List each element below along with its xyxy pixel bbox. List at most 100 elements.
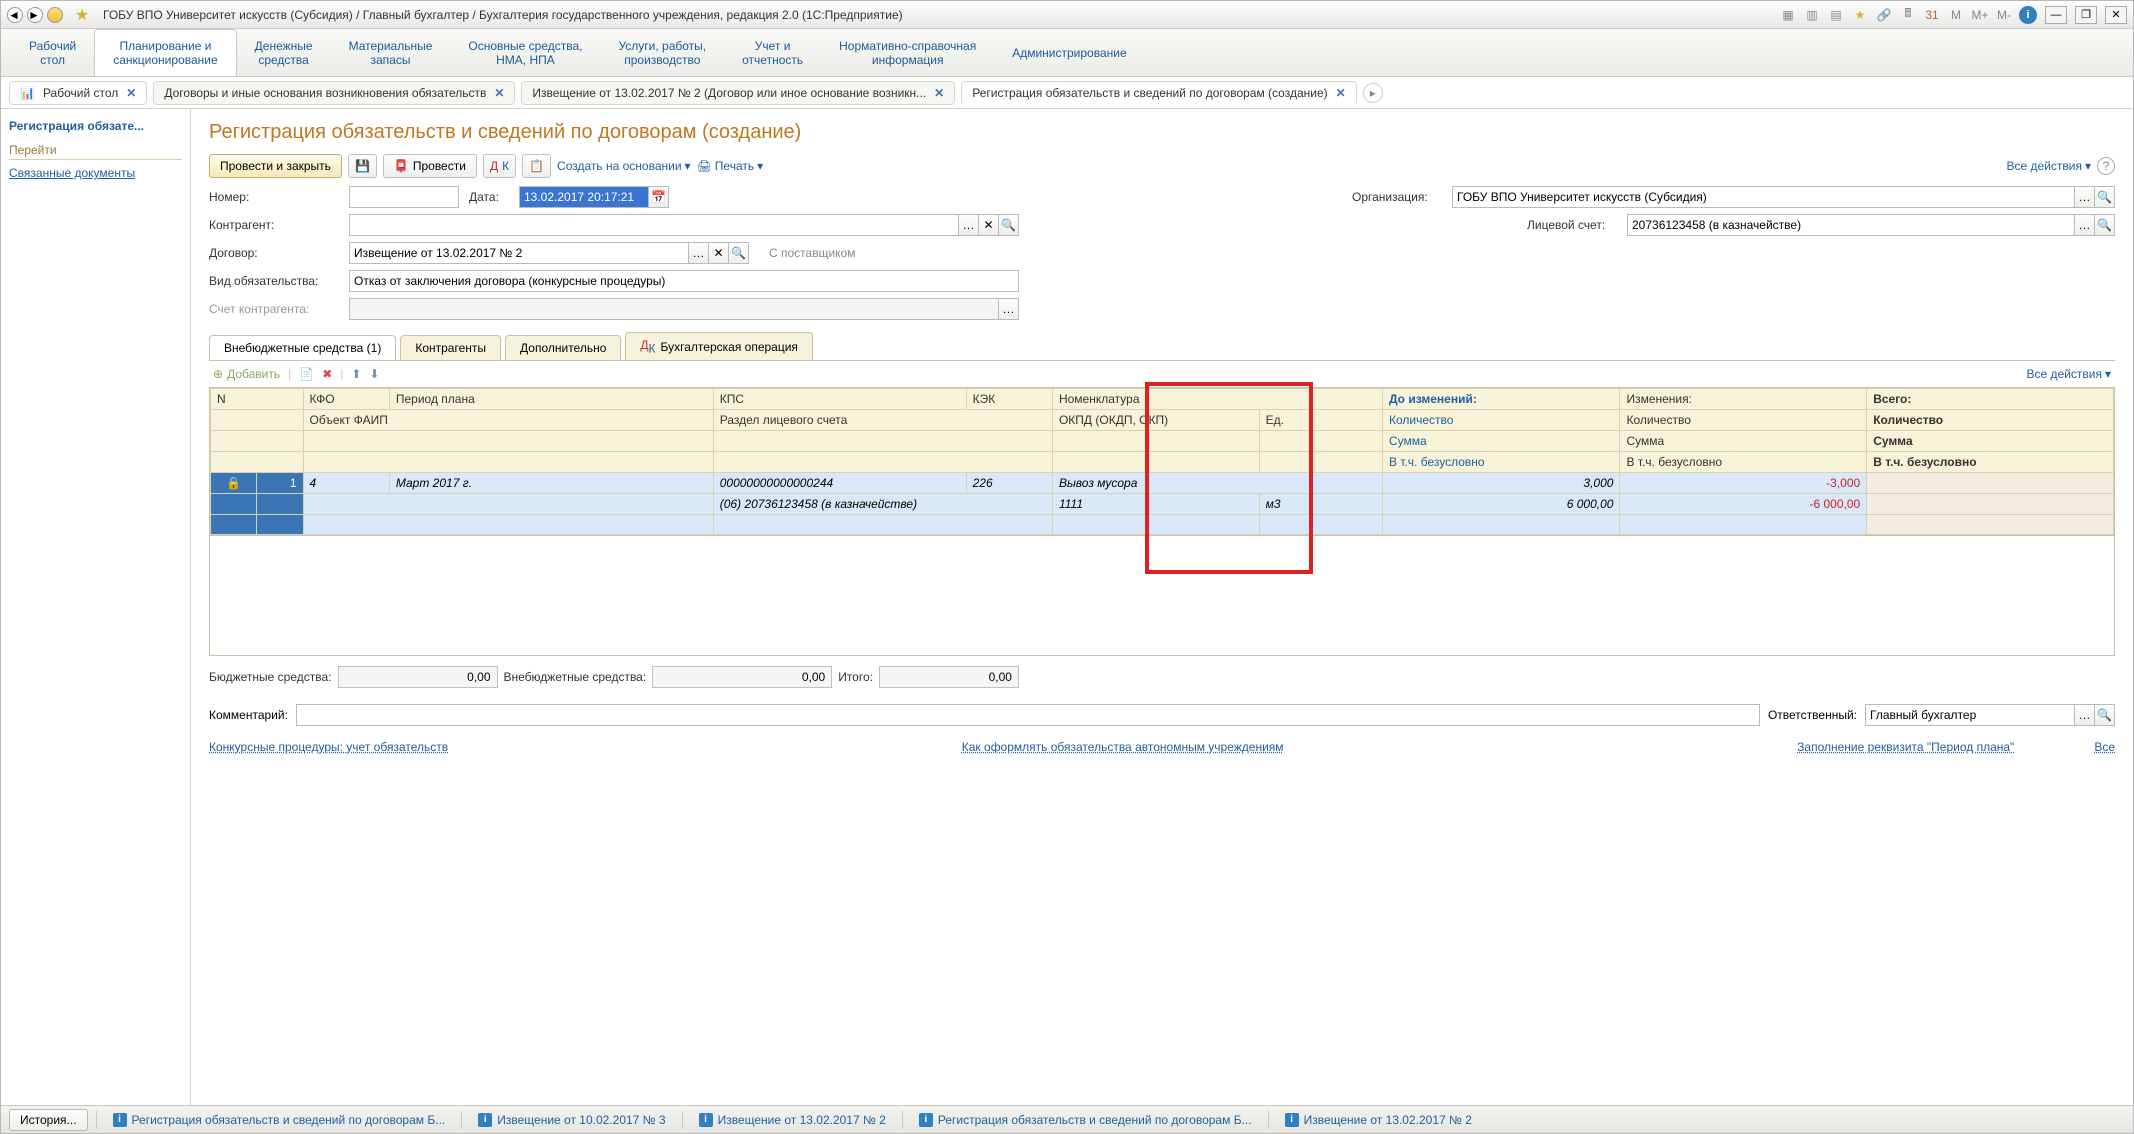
counterparty-input[interactable] [349,214,959,236]
search-icon[interactable]: 🔍 [999,214,1019,236]
task-item[interactable]: iИзвещение от 13.02.2017 № 2 [691,1110,894,1130]
table-row[interactable]: (06) 20736123458 (в казначействе) 1111 м… [211,494,2114,515]
tab-counterparties[interactable]: Контрагенты [400,335,501,360]
info-icon: i [919,1113,933,1127]
tab-extra-funds[interactable]: Внебюджетные средства (1) [209,335,396,360]
table-row[interactable]: 🔒 1 4 Март 2017 г. 00000000000000244 226… [211,473,2114,494]
contract-input[interactable] [349,242,689,264]
grid-all-actions[interactable]: Все действия ▾ [2027,367,2112,381]
tab-registration[interactable]: Регистрация обязательств и сведений по д… [961,81,1356,105]
m-minus-icon[interactable]: M- [1995,6,2013,24]
tab-accounting[interactable]: ДК Бухгалтерская операция [625,332,813,360]
tool-icon[interactable]: ▤ [1827,6,1845,24]
create-based-button[interactable]: Создать на основании ▾ [557,159,691,173]
calendar-icon[interactable]: 31 [1923,6,1941,24]
tab-notice[interactable]: Извещение от 13.02.2017 № 2 (Договор или… [521,81,955,105]
task-item[interactable]: iРегистрация обязательств и сведений по … [105,1110,454,1130]
task-item[interactable]: iИзвещение от 13.02.2017 № 2 [1277,1110,1480,1130]
panel-section: Перейти [9,143,182,160]
save-icon[interactable]: 💾 [348,154,377,178]
back-icon[interactable]: ◄ [7,7,23,23]
section-services[interactable]: Услуги, работы,производство [600,29,724,76]
tab-desktop[interactable]: 📊 Рабочий стол ✕ [9,81,147,105]
delete-icon[interactable]: ✖ [322,367,332,381]
account-input[interactable] [1627,214,2075,236]
section-cash[interactable]: Денежныесредства [237,29,331,76]
add-button[interactable]: ⊕ Добавить [213,367,280,381]
maximize-icon[interactable]: ❐ [2075,6,2097,24]
select-icon[interactable]: … [999,298,1019,320]
close-icon[interactable]: ✕ [934,86,944,100]
section-assets[interactable]: Основные средства,НМА, НПА [450,29,600,76]
info-icon: i [478,1113,492,1127]
move-down-icon[interactable]: ⬇ [369,367,379,381]
search-icon[interactable]: 🔍 [2095,704,2115,726]
info-icon: i [699,1113,713,1127]
link-icon[interactable]: 🔗 [1875,6,1893,24]
org-input[interactable] [1452,186,2075,208]
help-link-2[interactable]: Как оформлять обязательства автономным у… [962,740,1284,754]
comment-input[interactable] [296,704,1760,726]
select-icon[interactable]: … [2075,214,2095,236]
help-link-all[interactable]: Все [2094,740,2115,754]
section-desktop[interactable]: Рабочийстол [11,29,94,76]
close-icon[interactable]: ✕ [1336,86,1346,100]
m-plus-icon[interactable]: M+ [1971,6,1989,24]
favorite-icon[interactable]: ★ [73,5,91,25]
tabs-more-icon[interactable]: ▸ [1363,83,1383,103]
task-item[interactable]: iИзвещение от 10.02.2017 № 3 [470,1110,673,1130]
close-icon[interactable]: ✕ [126,86,136,100]
tool-icon[interactable]: ▦ [1779,6,1797,24]
help-link-1[interactable]: Конкурсные процедуры: учет обязательств [209,740,448,754]
save-close-button[interactable]: Провести и закрыть [209,154,342,178]
tool-icon[interactable]: ▥ [1803,6,1821,24]
post-button[interactable]: 📮 Провести [383,154,477,178]
star-icon[interactable]: ★ [1851,6,1869,24]
all-actions-button[interactable]: Все действия ▾ [2007,159,2092,173]
help-icon[interactable]: ? [2097,157,2115,175]
tab-additional[interactable]: Дополнительно [505,335,621,360]
date-input[interactable] [519,186,649,208]
calendar-icon[interactable]: 📅 [649,186,669,208]
select-icon[interactable]: … [2075,704,2095,726]
help-icon[interactable]: i [2019,6,2037,24]
m-icon[interactable]: M [1947,6,1965,24]
history-button[interactable]: История... [9,1109,88,1131]
select-icon[interactable]: … [689,242,709,264]
select-icon[interactable]: … [2075,186,2095,208]
inner-tabs: Внебюджетные средства (1) Контрагенты До… [209,332,2115,361]
search-icon[interactable]: 🔍 [2095,186,2115,208]
section-admin[interactable]: Администрирование [994,29,1144,76]
section-reference[interactable]: Нормативно-справочнаяинформация [821,29,994,76]
comment-label: Комментарий: [209,708,288,722]
tab-contracts[interactable]: Договоры и иные основания возникновения … [153,81,515,105]
forward-icon[interactable]: ► [27,7,43,23]
calc-icon[interactable]: 🖩 [1899,6,1917,24]
home-icon[interactable] [47,7,63,23]
responsible-input[interactable] [1865,704,2075,726]
clear-icon[interactable]: ✕ [709,242,729,264]
obligation-input[interactable] [349,270,1019,292]
section-planning[interactable]: Планирование исанкционирование [94,29,236,76]
section-materials[interactable]: Материальныезапасы [331,29,451,76]
move-up-icon[interactable]: ⬆ [351,367,361,381]
search-icon[interactable]: 🔍 [2095,214,2115,236]
close-icon[interactable]: ✕ [494,86,504,100]
copy-icon[interactable]: 📄 [299,367,314,381]
clear-icon[interactable]: ✕ [979,214,999,236]
number-input[interactable] [349,186,459,208]
help-link-3[interactable]: Заполнение реквизита "Период плана" [1797,740,2014,754]
minimize-icon[interactable]: — [2045,6,2067,24]
related-documents-link[interactable]: Связанные документы [9,166,182,180]
date-label: Дата: [469,190,509,204]
section-nav: Рабочийстол Планирование исанкционирован… [1,29,2133,77]
dtkt-icon[interactable]: ДК [483,154,516,178]
print-button[interactable]: 🖨 Печать ▾ [697,159,764,173]
list-icon[interactable]: 📋 [522,154,551,178]
search-icon[interactable]: 🔍 [729,242,749,264]
table-row[interactable] [211,515,2114,535]
section-reporting[interactable]: Учет иотчетность [724,29,821,76]
task-item[interactable]: iРегистрация обязательств и сведений по … [911,1110,1260,1130]
select-icon[interactable]: … [959,214,979,236]
close-icon[interactable]: ✕ [2105,6,2127,24]
